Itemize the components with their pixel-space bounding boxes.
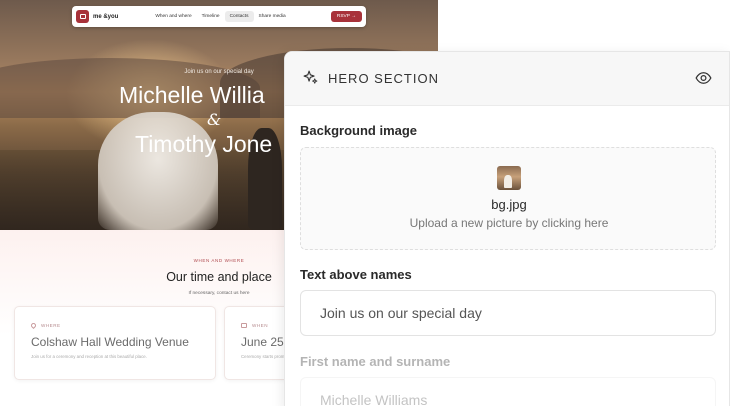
background-image-upload[interactable]: bg.jpg Upload a new picture by clicking … <box>300 147 716 250</box>
card-description: Join us for a ceremony and reception at … <box>31 354 147 359</box>
panel-title: HERO SECTION <box>328 71 439 86</box>
hero-ampersand: & <box>207 110 222 129</box>
background-image-label: Background image <box>300 123 418 138</box>
upload-hint: Upload a new picture by clicking here <box>409 216 609 230</box>
nav-link-timeline[interactable]: Timeline <box>197 11 225 22</box>
hero-name-second: Timothy Jone <box>135 131 273 157</box>
hero-name-first: Michelle Willia <box>119 82 265 108</box>
bride-figure <box>98 112 218 230</box>
nav-link-contacts[interactable]: Contacts <box>224 11 254 22</box>
image-thumbnail <box>497 166 521 190</box>
nav-link-when-where[interactable]: When and where <box>150 11 196 22</box>
text-above-names-label: Text above names <box>300 267 412 282</box>
file-name: bg.jpg <box>491 197 527 212</box>
where-card: WHERE Colshaw Hall Wedding Venue Join us… <box>14 306 216 380</box>
panel-header: HERO SECTION <box>285 52 729 106</box>
logo-icon <box>76 10 89 23</box>
rsvp-button[interactable]: RSVP → <box>330 11 362 22</box>
card-description: Ceremony starts prom <box>241 354 285 359</box>
name-surname-input[interactable] <box>300 377 716 406</box>
site-nav: me &you When and where Timeline Contacts… <box>72 6 366 27</box>
text-above-names-input[interactable] <box>300 290 716 336</box>
name-surname-label: First name and surname <box>300 354 451 369</box>
sparkle-icon <box>303 70 318 84</box>
location-pin-icon <box>29 321 38 330</box>
hero-section-editor: HERO SECTION Background image bg.jpg Upl… <box>284 51 730 406</box>
calendar-icon <box>241 323 247 328</box>
card-label: WHERE <box>41 323 61 328</box>
nav-link-share-media[interactable]: Share media <box>254 11 291 22</box>
card-label: WHEN <box>252 323 269 328</box>
card-value: Colshaw Hall Wedding Venue <box>31 335 189 349</box>
brand-name: me &you <box>93 13 119 20</box>
card-value: June 25 <box>241 335 284 349</box>
eye-icon[interactable] <box>695 71 712 85</box>
